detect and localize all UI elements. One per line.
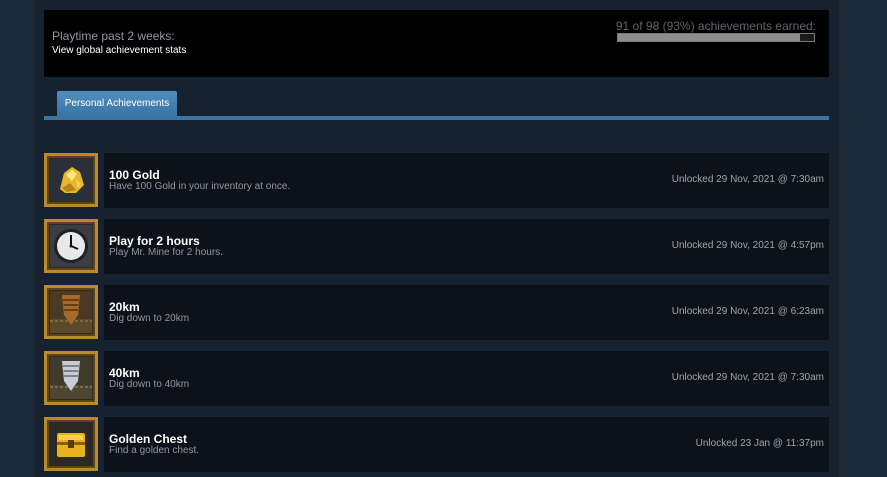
achievement-title: 40km — [109, 366, 140, 380]
achievement-row: Play for 2 hours Play Mr. Mine for 2 hou… — [44, 219, 829, 274]
achievement-description: Dig down to 40km — [109, 379, 190, 390]
achievement-title: 20km — [109, 300, 140, 314]
achievement-unlock-date: Unlocked 29 Nov, 2021 @ 6:23am — [671, 306, 824, 317]
achievement-row: 20km Dig down to 20km Unlocked 29 Nov, 2… — [44, 285, 829, 340]
achievement-body: Golden Chest Find a golden chest. Unlock… — [104, 417, 829, 472]
clock-icon — [44, 219, 98, 273]
global-stats-link[interactable]: View global achievement stats — [52, 45, 186, 56]
achievement-unlock-date: Unlocked 23 Jan @ 11:37pm — [695, 438, 824, 449]
achievement-body: 100 Gold Have 100 Gold in your inventory… — [104, 153, 829, 208]
achievement-unlock-date: Unlocked 29 Nov, 2021 @ 7:30am — [671, 174, 824, 185]
achievement-body: Play for 2 hours Play Mr. Mine for 2 hou… — [104, 219, 829, 274]
achievement-title: Play for 2 hours — [109, 234, 200, 248]
achievement-title: Golden Chest — [109, 432, 188, 446]
achievement-row: Golden Chest Find a golden chest. Unlock… — [44, 417, 829, 472]
drill-silver-icon — [44, 351, 98, 405]
achievement-description: Play Mr. Mine for 2 hours. — [109, 247, 223, 258]
tab-underline — [44, 116, 829, 120]
gold-nugget-icon — [44, 153, 98, 207]
achievement-body: 20km Dig down to 20km Unlocked 29 Nov, 2… — [104, 285, 829, 340]
progress-bar-fill — [618, 34, 801, 41]
achievement-unlock-date: Unlocked 29 Nov, 2021 @ 4:57pm — [671, 240, 824, 251]
achievement-body: 40km Dig down to 40km Unlocked 29 Nov, 2… — [104, 351, 829, 406]
achievement-row: 100 Gold Have 100 Gold in your inventory… — [44, 153, 829, 208]
golden-chest-icon — [44, 417, 98, 471]
achievement-title: 100 Gold — [109, 168, 160, 182]
achievement-progress-text: 91 of 98 (93%) achievements earned: — [615, 19, 816, 33]
achievement-row: 40km Dig down to 40km Unlocked 29 Nov, 2… — [44, 351, 829, 406]
achievement-unlock-date: Unlocked 29 Nov, 2021 @ 7:30am — [671, 372, 824, 383]
playtime-label: Playtime past 2 weeks: — [52, 29, 175, 43]
tab-personal-achievements[interactable]: Personal Achievements — [57, 91, 177, 116]
drill-bronze-icon — [44, 285, 98, 339]
achievement-description: Find a golden chest. — [109, 445, 200, 456]
achievement-description: Dig down to 20km — [109, 313, 190, 324]
achievement-summary: Playtime past 2 weeks: View global achie… — [44, 10, 829, 77]
achievement-progress-bar — [617, 33, 815, 42]
achievement-description: Have 100 Gold in your inventory at once. — [109, 181, 291, 192]
